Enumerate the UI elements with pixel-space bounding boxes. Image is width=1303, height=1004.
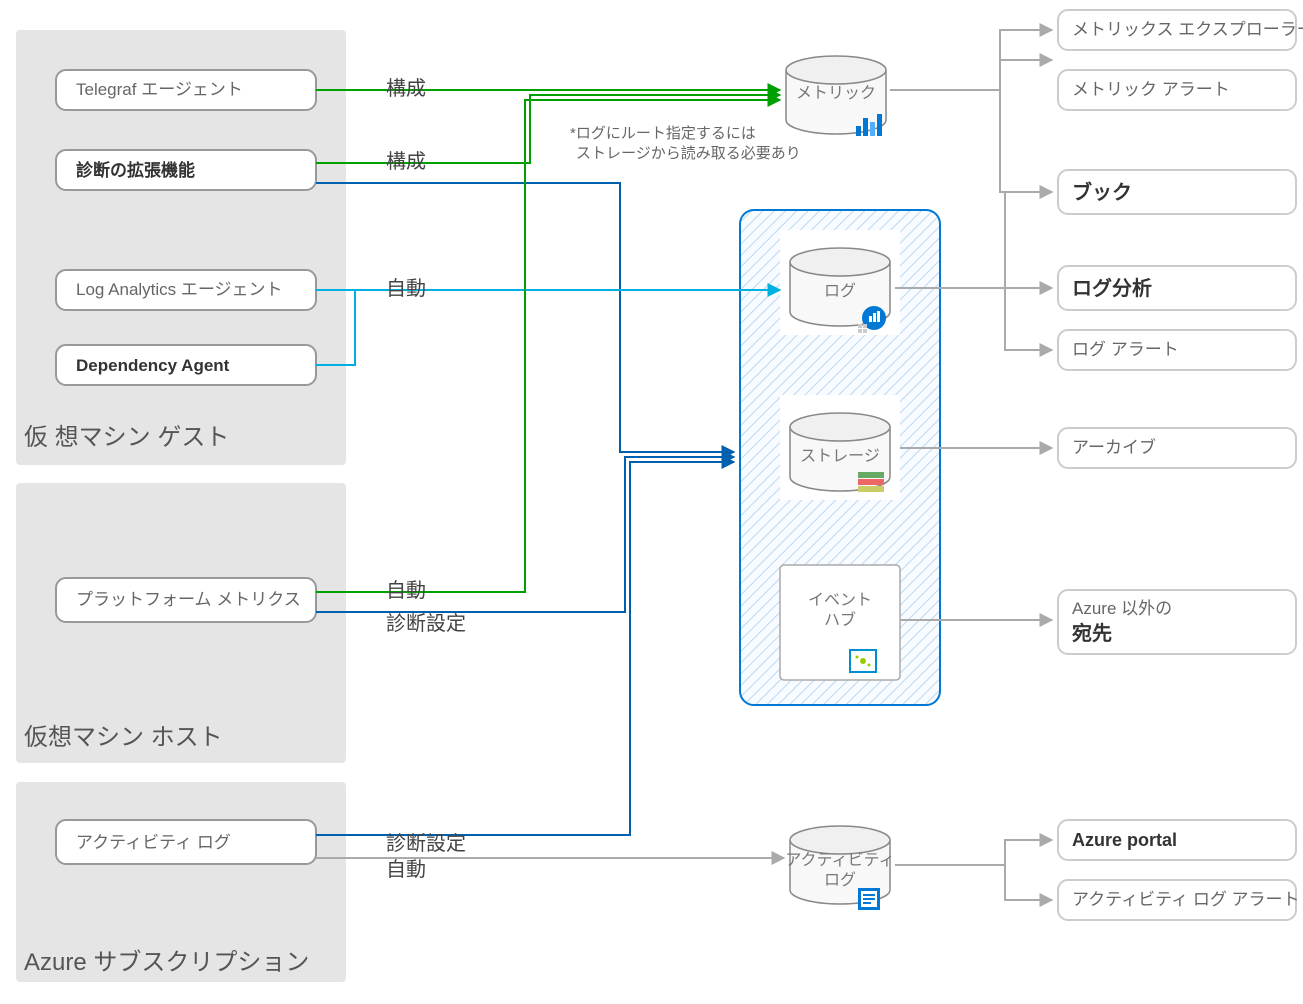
dst-log-analytics-label: ログ分析 [1072,276,1152,300]
dst-metrics-explorer-label: メトリックス エクスプローラー [1072,20,1303,39]
host-title: 仮想マシン ホスト [24,724,223,751]
edge-platform-metrics [316,100,780,592]
edge-label-auto2: 自動 [386,579,426,602]
log-analytics-label: Log Analytics エージェント [76,280,283,299]
dst-metric-alert-label: メトリック アラート [1072,80,1230,99]
storage-store: ストレージ [780,395,900,500]
subscription-title: Azure サブスクリプション [24,949,309,976]
storage-store-label: ストレージ [800,448,880,465]
note-line1: *ログにルート指定するには [570,125,756,142]
edge-activity-alert [1005,845,1052,900]
edge-metrics-workbook [1000,30,1052,192]
edge-label-diag2: 診断設定 [386,832,466,855]
eventhub-label-2: ハブ [824,610,856,629]
dst-workbook-label: ブック [1072,180,1132,204]
logs-store-label: ログ [824,282,856,300]
activity-log-store: アクティビティ ログ [785,826,894,910]
note-line2: ストレージから読み取る必要あり [576,145,801,162]
activity-store-label-1: アクティビティ [785,851,894,869]
edge-logs-alert [1005,240,1052,350]
edge-label-auto1: 自動 [386,277,426,300]
edge-label-auto3: 自動 [386,858,426,881]
storage-icon [858,472,884,492]
dst-archive-label: アーカイブ [1072,437,1156,457]
edge-activity-portal [895,840,1052,865]
dst-activity-alert-label: アクティビティ ログ アラート [1072,890,1300,909]
activity-label: アクティビティ ログ [76,833,231,852]
edge-label-diag1: 診断設定 [386,612,466,635]
edge-label-config2: 構成 [386,150,426,173]
metrics-store: メトリック [786,56,886,136]
activity-log-icon [858,888,880,910]
diag-ext-label: 診断の拡張機能 [76,160,195,180]
logs-store: ログ [780,230,900,335]
guest-title: 仮 想マシン ゲスト [24,424,229,451]
dst-portal-label: Azure portal [1072,830,1177,850]
eventhub-store: イベント ハブ [780,565,900,680]
eventhub-label-1: イベント [808,592,872,609]
dst-log-alert-label: ログ アラート [1072,340,1179,359]
platform-label: プラットフォーム メトリクス [76,590,301,609]
architecture-diagram: Telegraf エージェント 診断の拡張機能 Log Analytics エー… [0,0,1303,1004]
telegraf-label: Telegraf エージェント [76,80,243,99]
dependency-label: Dependency Agent [76,356,230,375]
dst-external-label-1: Azure 以外の [1072,599,1172,618]
edge-label-config1: 構成 [386,77,426,100]
dst-external-label-2: 宛先 [1071,621,1112,645]
activity-store-label-2: ログ [824,871,856,889]
metrics-store-label: メトリック [796,84,876,102]
